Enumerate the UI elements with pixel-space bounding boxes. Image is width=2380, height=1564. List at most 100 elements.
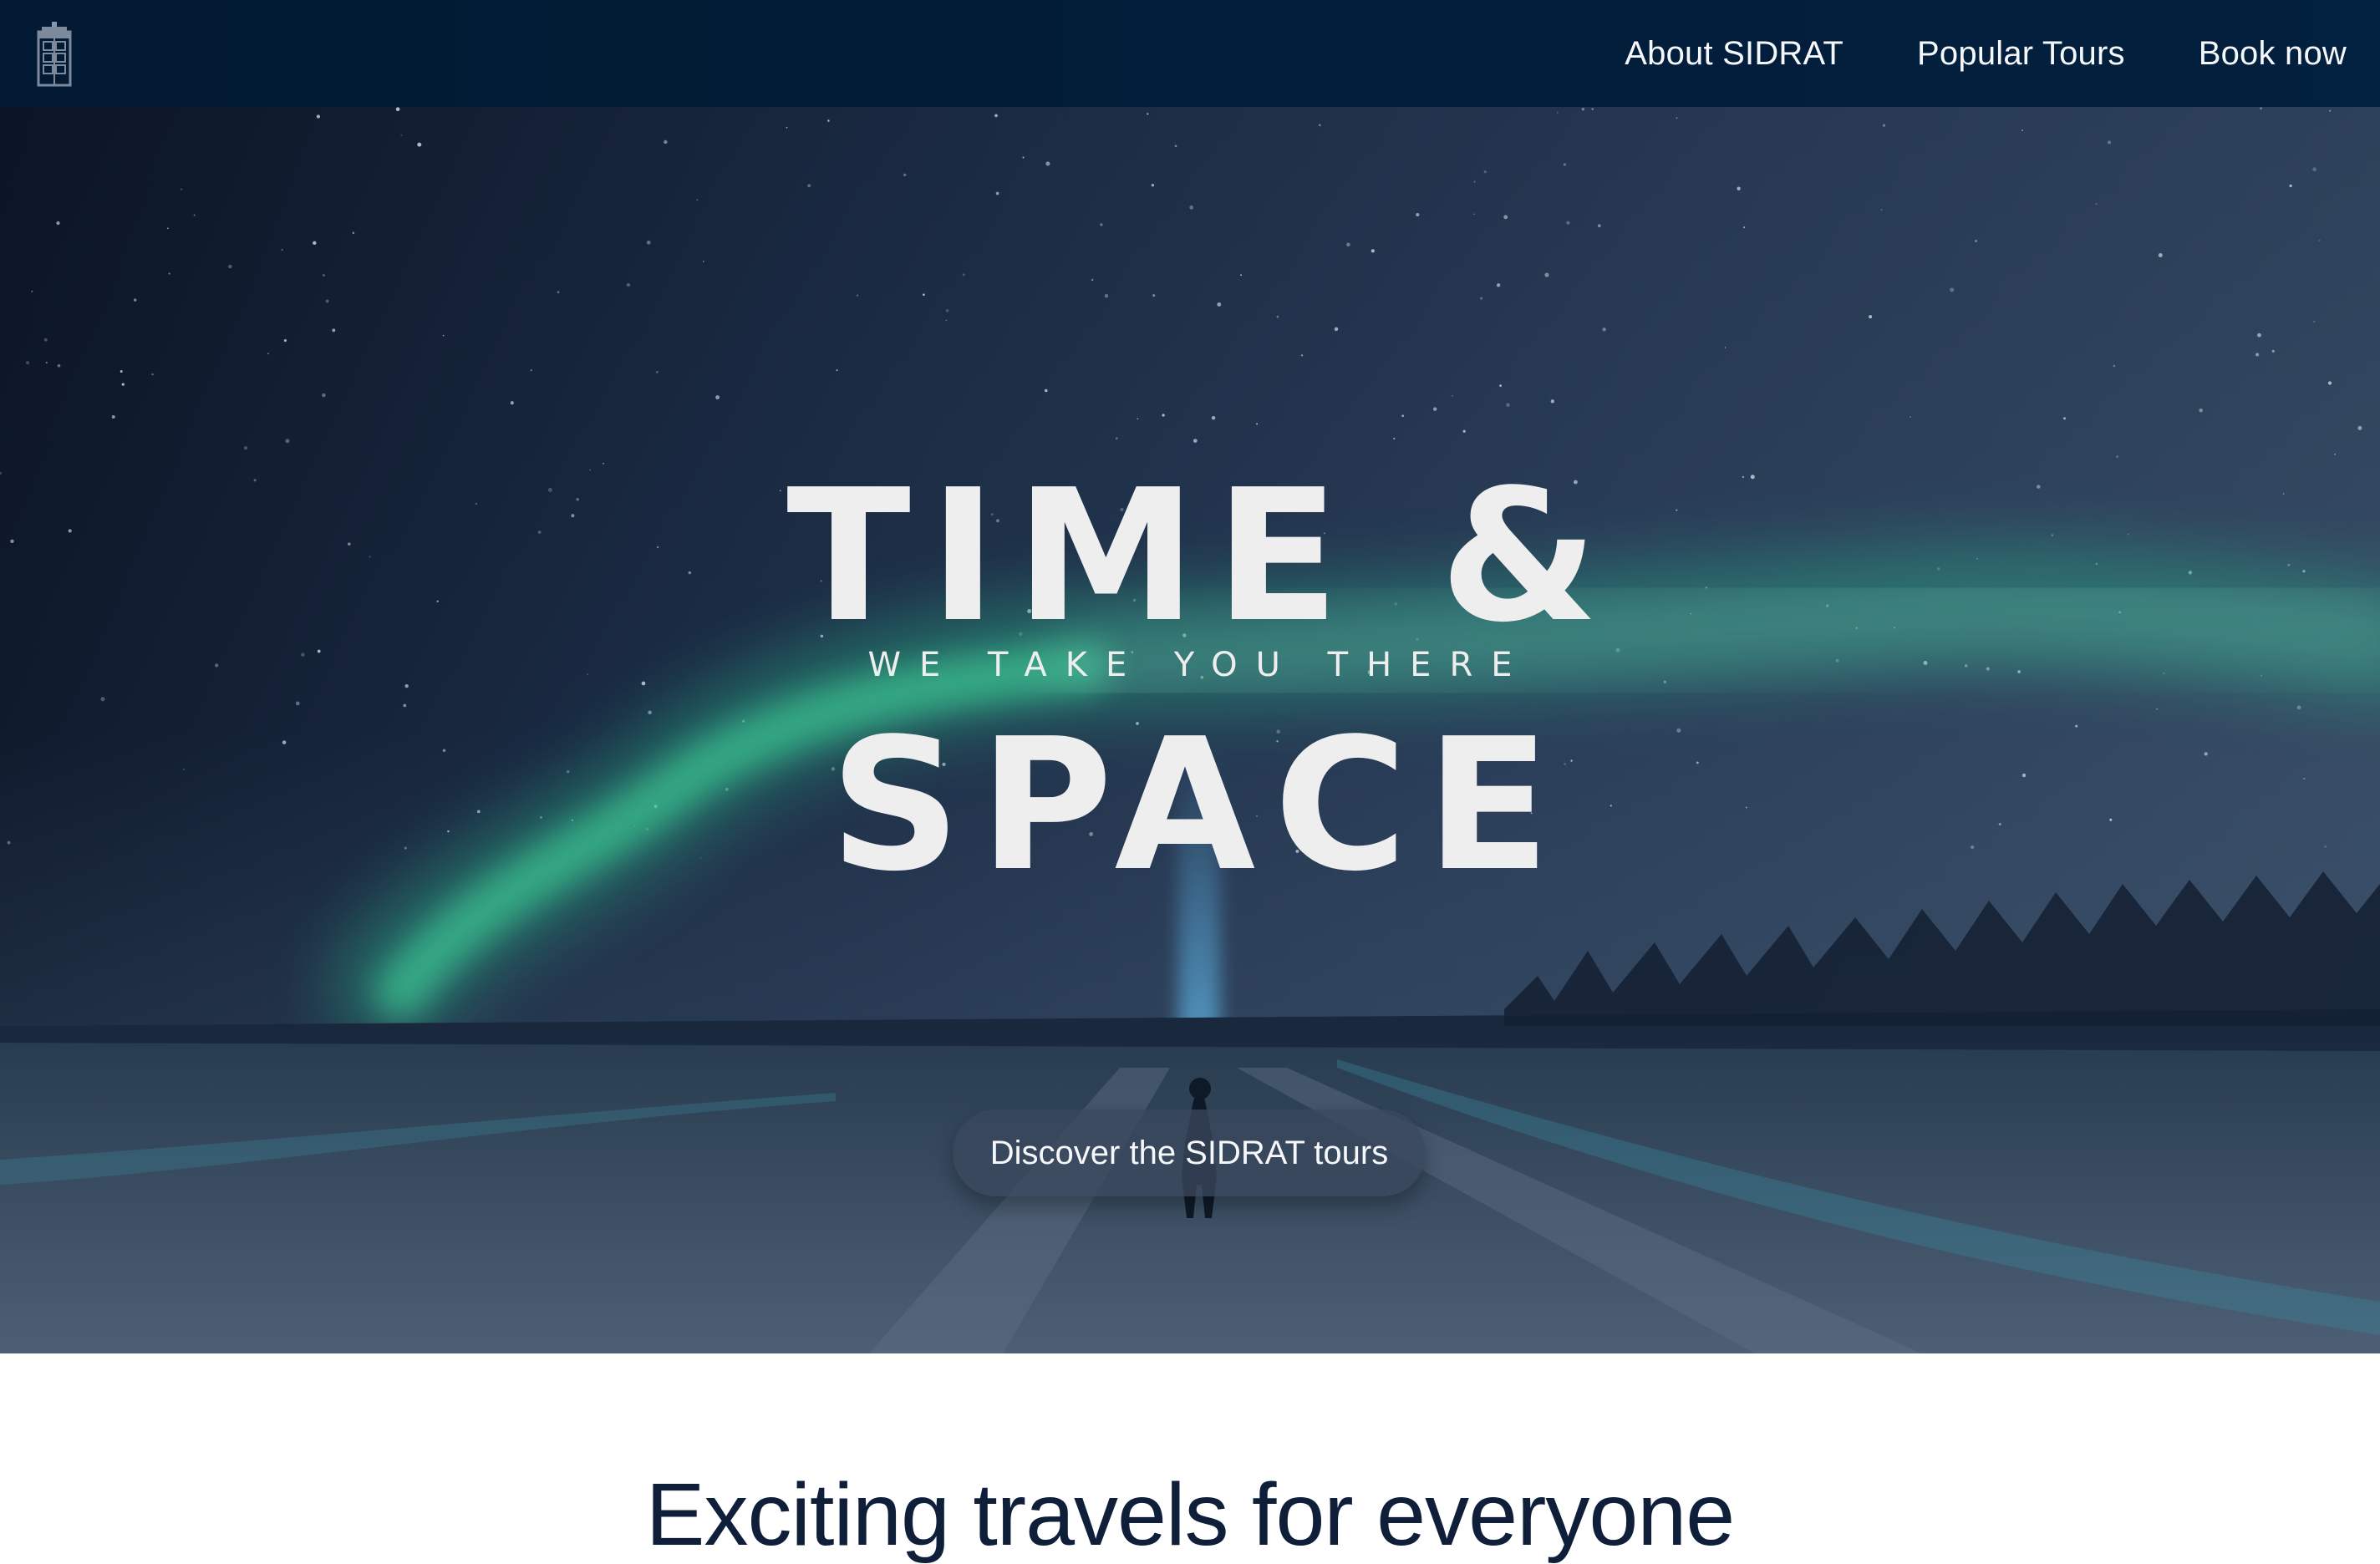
star (1563, 163, 1567, 166)
star (1137, 418, 1139, 420)
hero-title-time: TIME & (786, 451, 1617, 663)
star (56, 221, 60, 226)
nav-link-popular-tours[interactable]: Popular Tours (1917, 35, 2125, 73)
star (1503, 215, 1508, 220)
star (1737, 186, 1741, 190)
star (1189, 205, 1194, 210)
star (1480, 297, 1483, 300)
star (2329, 109, 2332, 112)
star (57, 363, 61, 368)
star (1556, 112, 1559, 114)
nav-links: About SIDRAT Popular Tours Book now (1625, 0, 2347, 107)
star (856, 294, 859, 297)
star (332, 328, 336, 333)
star (2095, 203, 2098, 206)
star (1334, 327, 1339, 332)
nav-link-book-now[interactable]: Book now (2199, 35, 2347, 73)
star (1240, 274, 1243, 277)
star (1346, 242, 1350, 247)
star (243, 445, 248, 450)
star (1045, 388, 1048, 393)
star (1371, 249, 1375, 253)
star (1147, 113, 1149, 115)
star (2312, 167, 2316, 171)
star (945, 319, 948, 322)
star (2255, 353, 2260, 357)
star (403, 703, 407, 708)
star (285, 439, 290, 444)
star (1100, 223, 1103, 226)
star (1581, 108, 1585, 111)
star (1550, 399, 1554, 404)
star (1975, 240, 1977, 242)
star (2296, 705, 2301, 710)
star (1591, 108, 1594, 110)
star (603, 462, 605, 465)
star (1318, 124, 1321, 127)
star (1256, 423, 1259, 425)
star (702, 261, 704, 262)
star (786, 126, 788, 129)
star (1473, 180, 1476, 183)
star (1462, 429, 1466, 433)
star (442, 334, 445, 337)
star (648, 710, 652, 715)
star (1724, 347, 1727, 348)
star (267, 353, 269, 355)
star (121, 383, 125, 386)
star (2318, 239, 2321, 241)
star (417, 142, 422, 147)
star (43, 338, 48, 342)
star (1217, 302, 1222, 307)
star (1544, 272, 1549, 277)
star (2108, 140, 2111, 145)
star (283, 339, 287, 343)
star (995, 191, 999, 196)
star (2156, 708, 2159, 710)
star (510, 401, 514, 405)
star (316, 114, 321, 119)
star (1597, 224, 1601, 228)
star (404, 683, 409, 688)
star (2260, 107, 2262, 110)
star (2113, 364, 2116, 368)
star (26, 361, 30, 365)
star (1602, 328, 1606, 332)
star (228, 264, 232, 269)
discover-tours-button[interactable]: Discover the SIDRAT tours (953, 1110, 1426, 1196)
star (1880, 208, 1883, 211)
star (193, 214, 196, 216)
star (1393, 438, 1396, 439)
star (1152, 294, 1156, 297)
hero-section: TIME & WE TAKE YOU THERE SPACE Discover … (0, 107, 2380, 1353)
star (1416, 212, 1420, 217)
police-box-icon[interactable] (35, 22, 74, 87)
star (295, 701, 300, 706)
star (313, 241, 317, 246)
star (923, 293, 925, 297)
hero-subtitle: WE TAKE YOU THERE (867, 646, 1531, 684)
star (696, 199, 699, 201)
section-heading: Exciting travels for everyone (645, 1465, 1735, 1564)
star (827, 119, 830, 122)
star (400, 134, 403, 136)
star (1115, 437, 1118, 440)
star (641, 681, 646, 686)
star (807, 184, 811, 188)
star (1869, 315, 1873, 319)
star (352, 231, 355, 234)
star (281, 248, 284, 251)
nav-link-about[interactable]: About SIDRAT (1625, 35, 1843, 73)
top-navbar: About SIDRAT Popular Tours Book now (0, 0, 2380, 107)
star (166, 227, 169, 230)
star (1022, 156, 1025, 159)
star (2327, 381, 2332, 385)
star (836, 369, 838, 372)
star (151, 373, 154, 376)
star (962, 273, 965, 277)
star (322, 273, 326, 277)
star (2116, 455, 2119, 459)
star (2271, 349, 2275, 353)
star (1193, 439, 1198, 443)
star (2199, 408, 2203, 413)
